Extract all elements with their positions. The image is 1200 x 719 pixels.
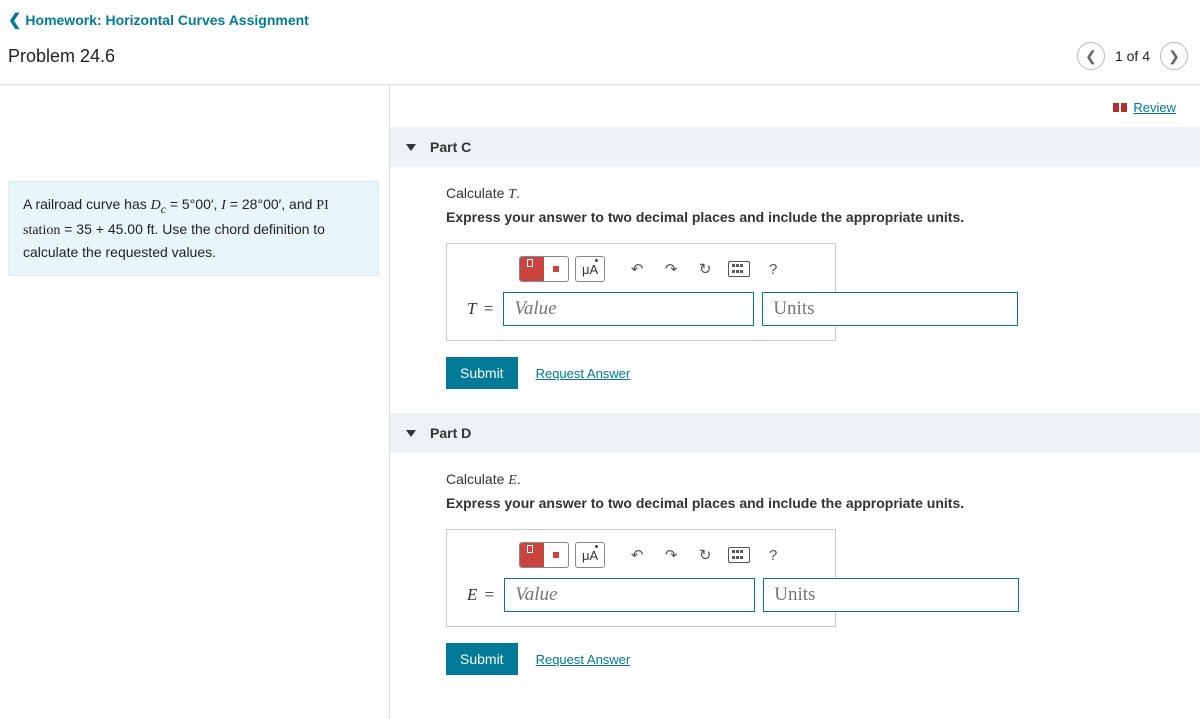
part-c-instruction: Calculate T. — [446, 185, 1170, 203]
part-c-var-label: T = — [465, 299, 495, 319]
left-column: A railroad curve has Dc = 5°00′, I = 28°… — [0, 85, 390, 719]
units-menu-button[interactable]: μA — [575, 542, 605, 568]
template-toggle[interactable] — [519, 542, 569, 568]
part-c-subinstruction: Express your answer to two decimal place… — [446, 209, 1170, 225]
prev-button[interactable]: ❮ — [1077, 42, 1105, 70]
book-icon — [1113, 103, 1127, 112]
part-d-body: Calculate E. Express your answer to two … — [390, 453, 1200, 699]
redo-button[interactable]: ↷ — [657, 256, 685, 282]
part-d-request-answer[interactable]: Request Answer — [536, 652, 631, 667]
part-d-answer-box: μA ↶ ↷ ↻ ? E = — [446, 529, 836, 627]
units-menu-button[interactable]: μA — [575, 256, 605, 282]
part-d-toolbar: μA ↶ ↷ ↻ ? — [447, 542, 835, 578]
undo-button[interactable]: ↶ — [623, 256, 651, 282]
caret-down-icon — [406, 144, 416, 151]
keyboard-button[interactable] — [725, 256, 753, 282]
part-d-instruction: Calculate E. — [446, 471, 1170, 489]
breadcrumb-label: Homework: Horizontal Curves Assignment — [25, 12, 308, 28]
keyboard-button[interactable] — [725, 542, 753, 568]
part-d-units-input[interactable] — [763, 578, 1019, 612]
breadcrumb-link[interactable]: ❮ Homework: Horizontal Curves Assignment — [8, 10, 309, 30]
part-c-request-answer[interactable]: Request Answer — [536, 366, 631, 381]
part-d-submit-button[interactable]: Submit — [446, 643, 518, 675]
part-d-title: Part D — [430, 425, 471, 441]
reset-button[interactable]: ↻ — [691, 256, 719, 282]
part-d-header[interactable]: Part D — [390, 413, 1200, 453]
part-c-header[interactable]: Part C — [390, 127, 1200, 167]
problem-nav: ❮ 1 of 4 ❯ — [1077, 42, 1188, 70]
part-c-value-input[interactable] — [503, 292, 754, 326]
template-toggle[interactable] — [519, 256, 569, 282]
part-c-answer-box: μA ↶ ↷ ↻ ? T = — [446, 243, 836, 341]
nav-count: 1 of 4 — [1115, 48, 1150, 64]
right-column: Review Part C Calculate T. Express your … — [390, 85, 1200, 719]
part-c-body: Calculate T. Express your answer to two … — [390, 167, 1200, 413]
problem-description: A railroad curve has Dc = 5°00′, I = 28°… — [8, 181, 379, 276]
review-link[interactable]: Review — [1113, 100, 1176, 115]
help-button[interactable]: ? — [759, 542, 787, 568]
part-d-value-input[interactable] — [504, 578, 755, 612]
caret-down-icon — [406, 430, 416, 437]
redo-button[interactable]: ↷ — [657, 542, 685, 568]
help-button[interactable]: ? — [759, 256, 787, 282]
review-label: Review — [1133, 100, 1176, 115]
reset-button[interactable]: ↻ — [691, 542, 719, 568]
part-c-units-input[interactable] — [762, 292, 1018, 326]
next-button[interactable]: ❯ — [1160, 42, 1188, 70]
part-d-var-label: E = — [465, 585, 496, 605]
undo-button[interactable]: ↶ — [623, 542, 651, 568]
part-c-toolbar: μA ↶ ↷ ↻ ? — [447, 256, 835, 292]
part-c-submit-button[interactable]: Submit — [446, 357, 518, 389]
part-c-title: Part C — [430, 139, 471, 155]
part-d-subinstruction: Express your answer to two decimal place… — [446, 495, 1170, 511]
page-title: Problem 24.6 — [8, 46, 115, 67]
chevron-left-icon: ❮ — [8, 10, 21, 30]
